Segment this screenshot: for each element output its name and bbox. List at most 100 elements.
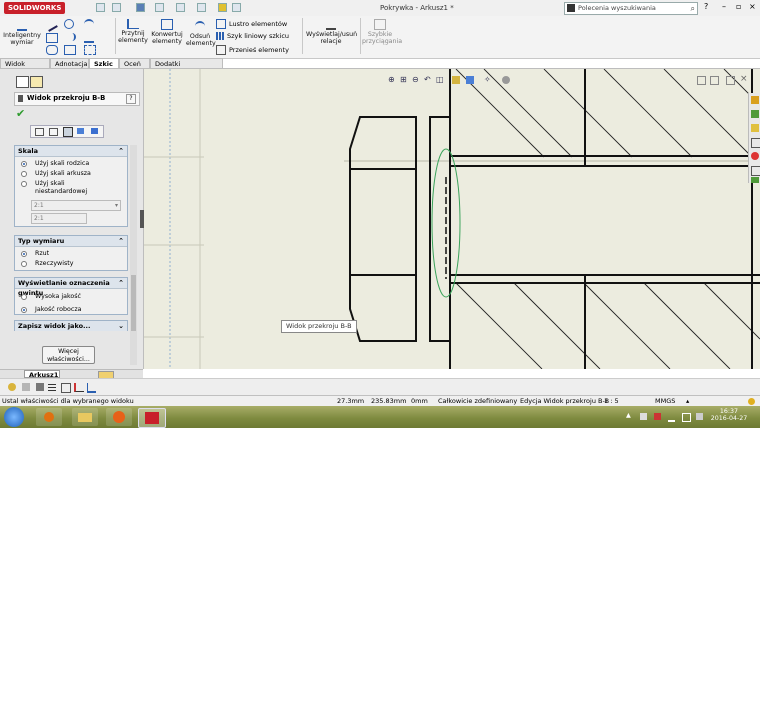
radio-button[interactable] <box>21 294 27 300</box>
maximize-view-icon[interactable] <box>726 76 735 85</box>
radio-button[interactable] <box>21 261 27 267</box>
view-palette-icon[interactable] <box>751 138 760 148</box>
custom-scale-dropdown[interactable]: 2:1 ▾ <box>31 200 121 211</box>
radio-button[interactable] <box>21 161 27 167</box>
wireframe-icon[interactable] <box>35 128 44 136</box>
hidden-lines-removed-icon[interactable] <box>63 127 73 137</box>
drawing-canvas[interactable]: ⊕ ⊞ ⊖ ↶ ◫ ✧ × Widok przekroju B-B <box>144 69 760 369</box>
radio-button[interactable] <box>21 181 27 187</box>
radio-button[interactable] <box>21 251 27 257</box>
property-manager-tab-icon[interactable] <box>30 76 43 88</box>
file-explorer-icon[interactable] <box>751 124 759 132</box>
network-icon[interactable] <box>668 413 675 422</box>
ok-checkmark-icon[interactable]: ✔ <box>16 107 25 120</box>
zoom-to-area-icon[interactable]: ⊞ <box>400 75 407 84</box>
help-icon[interactable]: ? <box>126 94 136 104</box>
notification-icon[interactable] <box>748 398 755 405</box>
help-icon[interactable]: ? <box>704 2 708 11</box>
shaded-icon[interactable] <box>91 128 98 134</box>
solidworks-taskbar-icon[interactable] <box>138 408 166 428</box>
minimize-icon[interactable]: – <box>722 2 726 11</box>
undo-icon[interactable] <box>176 3 185 12</box>
line-style-icon[interactable] <box>48 383 56 391</box>
zoom-to-fit-icon[interactable]: ⊕ <box>388 75 395 84</box>
sketch-icon[interactable] <box>87 383 96 393</box>
restore-icon[interactable] <box>710 76 719 85</box>
tab-evaluate[interactable]: Oceń <box>119 58 150 68</box>
radio-button[interactable] <box>21 307 27 313</box>
maximize-icon[interactable]: ▫ <box>736 2 741 11</box>
thread-display-header[interactable]: Wyświetlanie oznaczenia gwintu ⌃ <box>15 278 127 297</box>
tab-sketch[interactable]: Szkic <box>89 58 119 68</box>
file-explorer-icon[interactable] <box>72 408 98 426</box>
section-view-toggle-icon[interactable]: ◫ <box>436 75 444 84</box>
dimension-type-header[interactable]: Typ wymiaru ⌃ <box>15 236 127 247</box>
show-hidden-icons-icon[interactable]: ▲ <box>626 412 631 419</box>
tray-app-icon[interactable] <box>640 413 647 420</box>
tab-solidworks-addins[interactable]: Dodatki SOLIDWORKS <box>150 58 223 78</box>
rebuild-icon[interactable] <box>218 3 227 12</box>
layers-icon[interactable] <box>8 383 16 391</box>
save-view-header[interactable]: Zapisz widok jako... ⌄ <box>15 321 127 331</box>
arc-icon[interactable] <box>64 33 76 41</box>
offset-entities-button[interactable]: Odsuń elementy <box>186 21 216 47</box>
tray-security-icon[interactable] <box>654 413 661 420</box>
display-style-icon[interactable] <box>452 76 460 84</box>
shaded-edges-icon[interactable] <box>77 128 84 134</box>
feature-manager-tab-icon[interactable] <box>16 76 29 88</box>
appearances-icon[interactable] <box>751 152 759 160</box>
hide-show-edges-icon[interactable] <box>61 383 71 393</box>
custom-properties-icon[interactable] <box>751 166 760 176</box>
select-icon[interactable] <box>197 3 206 12</box>
clock[interactable]: 16:37 2016-04-27 <box>708 408 750 422</box>
text-tool-icon[interactable] <box>84 45 96 55</box>
scale-group-header[interactable]: Skala ⌃ <box>15 146 127 157</box>
solidworks-resources-icon[interactable] <box>751 96 759 104</box>
collapse-icon[interactable]: ⌃ <box>118 146 124 156</box>
quick-snaps-button[interactable]: Szybkie przyciągania <box>362 19 402 45</box>
previous-view-icon[interactable]: ↶ <box>424 75 431 84</box>
rectangle-icon[interactable] <box>46 33 58 43</box>
custom-scale-input[interactable]: 2:1 <box>31 213 87 224</box>
tab-view-layout[interactable]: Widok układu <box>0 58 50 78</box>
mirror-entities-button[interactable]: Lustro elementów <box>216 19 287 29</box>
hidden-lines-visible-icon[interactable] <box>49 128 58 136</box>
solidworks-logo[interactable]: SOLIDWORKS <box>4 2 66 14</box>
line-color-icon[interactable] <box>22 383 30 391</box>
line-icon[interactable] <box>44 18 58 32</box>
new-file-icon[interactable] <box>96 3 105 12</box>
more-properties-button[interactable]: Więcej właściwości... <box>42 346 95 364</box>
start-button-icon[interactable] <box>4 407 24 427</box>
trim-entities-button[interactable]: Przytnij elementy <box>118 19 148 44</box>
radio-button[interactable] <box>21 171 27 177</box>
zoom-in-out-icon[interactable]: ⊖ <box>412 75 419 84</box>
save-view-group[interactable]: Zapisz widok jako... ⌄ <box>14 320 128 331</box>
circle-icon[interactable] <box>64 19 74 29</box>
search-input[interactable]: Polecenia wyszukiwania ⌕ <box>564 2 698 15</box>
draft-quality-option[interactable]: Jakość robocza <box>15 305 127 315</box>
media-player-icon[interactable] <box>36 408 62 426</box>
true-option[interactable]: Rzeczywisty <box>15 259 127 269</box>
scrollbar-thumb[interactable] <box>131 275 136 331</box>
projected-option[interactable]: Rzut <box>15 249 127 259</box>
spline-icon[interactable] <box>84 19 94 29</box>
sheet-tab-arkusz1[interactable]: Arkusz1 <box>24 370 60 379</box>
smart-dimension-button[interactable]: Inteligentny wymiar <box>2 20 42 46</box>
appearance-icon[interactable] <box>502 76 510 84</box>
print-icon[interactable] <box>155 3 164 12</box>
display-delete-relations-button[interactable]: Wyświetlaj/usuń relacje <box>306 19 357 45</box>
expand-icon[interactable]: ⌄ <box>118 321 124 331</box>
forum-icon[interactable] <box>751 177 759 183</box>
search-icon[interactable]: ⌕ <box>691 3 695 14</box>
volume-icon[interactable] <box>682 413 691 422</box>
action-center-icon[interactable] <box>696 413 703 420</box>
sketch-fillet-icon[interactable] <box>84 33 94 43</box>
options-icon[interactable] <box>232 3 241 12</box>
open-file-icon[interactable] <box>112 3 121 12</box>
view-settings-icon[interactable] <box>466 76 474 84</box>
collapse-icon[interactable]: ⌃ <box>118 278 124 288</box>
move-entities-button[interactable]: Przenieś elementy <box>216 45 289 55</box>
tab-annotation[interactable]: Adnotacja <box>50 58 89 68</box>
save-icon[interactable] <box>136 3 145 12</box>
slot-icon[interactable] <box>46 45 58 55</box>
